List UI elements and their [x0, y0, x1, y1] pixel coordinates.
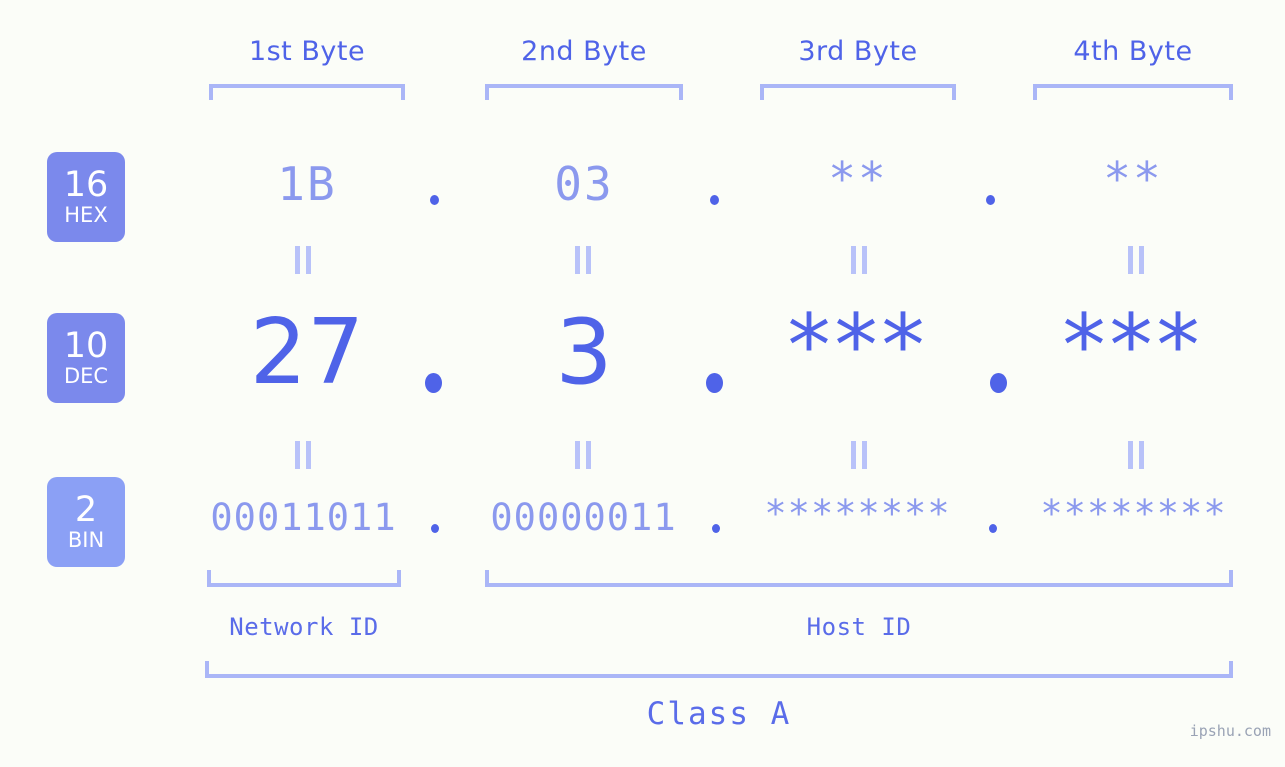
equals-mark-hex-dec-3	[849, 246, 869, 274]
base-badge-hex: 16 HEX	[47, 152, 125, 242]
dec-separator-dot-3	[990, 373, 1007, 393]
base-badge-dec: 10 DEC	[47, 313, 125, 403]
base-badge-bin-number: 2	[74, 490, 98, 530]
base-badge-dec-name: DEC	[63, 364, 109, 388]
byte-bracket-3	[760, 84, 956, 100]
byte-header-4: 4th Byte	[1073, 36, 1193, 67]
ip-address-breakdown-diagram: 1st Byte 2nd Byte 3rd Byte 4th Byte 16 H…	[0, 0, 1285, 767]
dec-byte-4-value: ***	[1062, 296, 1204, 396]
hex-separator-dot-3	[986, 195, 995, 205]
hex-byte-4-value: **	[1103, 152, 1163, 206]
equals-mark-hex-dec-1	[293, 246, 313, 274]
base-badge-dec-number: 10	[63, 326, 109, 366]
class-label: Class A	[646, 696, 792, 732]
class-bracket	[205, 661, 1233, 678]
equals-mark-hex-dec-4	[1126, 246, 1146, 274]
dec-byte-3-value: ***	[787, 296, 929, 396]
hex-separator-dot-2	[710, 195, 719, 205]
dec-separator-dot-1	[425, 373, 442, 393]
byte-header-1: 1st Byte	[248, 36, 366, 67]
host-id-bracket	[485, 570, 1233, 587]
dec-byte-2-value: 3	[555, 300, 613, 405]
equals-mark-dec-bin-1	[293, 441, 313, 469]
bin-separator-dot-1	[431, 524, 439, 533]
bin-byte-1-value: 00011011	[210, 496, 397, 539]
bin-separator-dot-3	[989, 524, 997, 533]
hex-byte-3-value: **	[828, 152, 888, 206]
byte-header-3: 3rd Byte	[798, 36, 918, 67]
base-badge-hex-number: 16	[63, 165, 109, 205]
base-badge-bin: 2 BIN	[47, 477, 125, 567]
hex-byte-1-value: 1B	[277, 157, 337, 211]
network-id-label: Network ID	[229, 613, 379, 641]
byte-header-2: 2nd Byte	[521, 36, 647, 67]
equals-mark-dec-bin-2	[573, 441, 593, 469]
byte-bracket-1	[209, 84, 405, 100]
bin-byte-3-value: ********	[764, 492, 951, 535]
equals-mark-dec-bin-4	[1126, 441, 1146, 469]
base-badge-bin-name: BIN	[67, 528, 105, 552]
equals-mark-hex-dec-2	[573, 246, 593, 274]
hex-byte-2-value: 03	[554, 157, 614, 211]
site-watermark: ipshu.com	[1189, 722, 1271, 740]
bin-separator-dot-2	[712, 524, 720, 533]
network-id-bracket	[207, 570, 401, 587]
equals-mark-dec-bin-3	[849, 441, 869, 469]
byte-bracket-2	[485, 84, 683, 100]
hex-separator-dot-1	[430, 195, 439, 205]
base-badge-hex-name: HEX	[64, 203, 108, 227]
bin-byte-2-value: 00000011	[490, 496, 677, 539]
dec-separator-dot-2	[706, 373, 723, 393]
byte-bracket-4	[1033, 84, 1233, 100]
bin-byte-4-value: ********	[1040, 492, 1227, 535]
dec-byte-1-value: 27	[249, 300, 365, 405]
host-id-label: Host ID	[806, 613, 912, 641]
